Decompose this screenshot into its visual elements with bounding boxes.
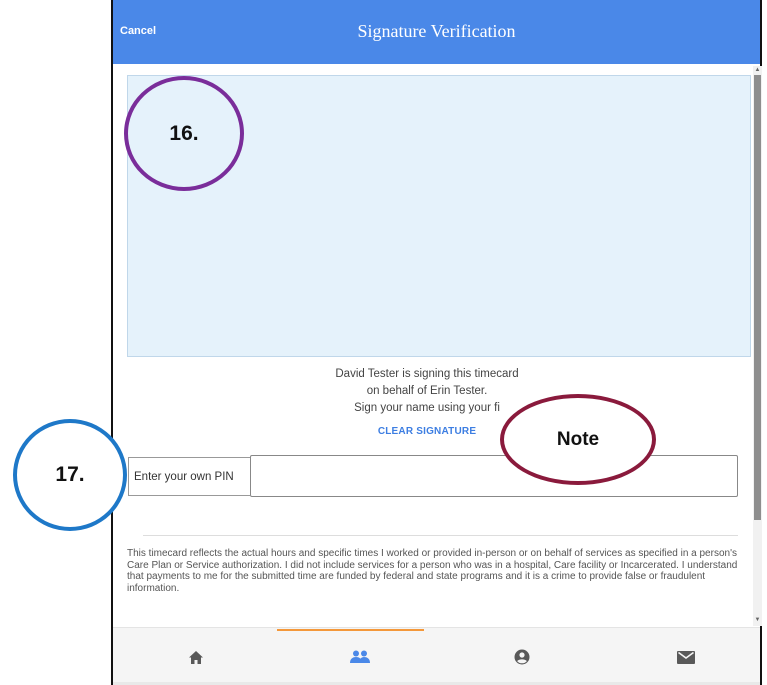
home-icon[interactable] [181,645,211,669]
scrollbar-thumb[interactable] [754,75,761,520]
pin-label: Enter your own PIN [128,457,250,496]
scroll-down-icon[interactable]: ▼ [753,616,762,624]
people-icon[interactable] [345,645,375,669]
callout-16: 16. [124,76,244,191]
callout-17: 17. [13,419,127,531]
divider [143,535,738,536]
app-header: Cancel Signature Verification [113,0,760,64]
scroll-up-icon[interactable]: ▲ [753,66,762,74]
page-title: Signature Verification [357,21,516,41]
mail-icon[interactable] [671,645,701,669]
behalf-statement: on behalf of Erin Tester. [366,385,488,397]
pin-input[interactable] [250,455,738,497]
active-tab-indicator [277,629,424,631]
attestation-text: This timecard reflects the actual hours … [127,548,738,594]
account-icon[interactable] [507,645,537,669]
callout-note: Note [500,394,656,485]
signing-statement: David Tester is signing this timecard [335,368,519,380]
